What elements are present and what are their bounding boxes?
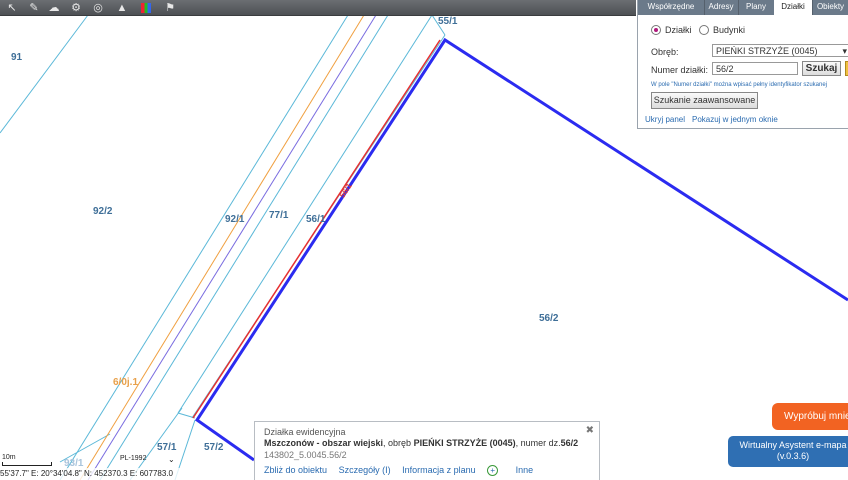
parcel-number-label: Numer działki: (651, 65, 709, 75)
close-icon[interactable]: ✖ (586, 425, 594, 436)
details-link[interactable]: Szczegóły (I) (339, 465, 391, 475)
pen-icon[interactable]: ✎ (24, 0, 44, 15)
parcel-label-57-1: 57/1 (157, 442, 177, 453)
crs-select[interactable]: PL-1992 (120, 455, 146, 462)
assistant-title: Wirtualny Asystent e-mapa (739, 440, 847, 450)
hide-panel-link[interactable]: Ukryj panel (645, 115, 685, 124)
tab-addresses[interactable]: Adresy (704, 0, 739, 15)
popup-identifier: 143802_5.0045.56/2 (264, 450, 347, 460)
parcel-label-92-2: 92/2 (93, 206, 113, 217)
road-line (192, 39, 441, 419)
cursor-coordinates: 55'37.7" E: 20°34'04.8" N: 452370.3 E: 6… (0, 468, 254, 480)
parcel-info-popup: Działka ewidencyjna ✖ Mszczonów - obszar… (254, 421, 600, 480)
popup-precinct-prefix: , obręb (383, 438, 414, 448)
radio-parcels-dot[interactable] (651, 25, 661, 35)
parcel-label-77-1: 77/1 (269, 210, 289, 221)
popup-description: Mszczonów - obszar wiejski, obręb PIEŃKI… (264, 438, 578, 448)
zoom-to-object-link[interactable]: Zbliż do obiektu (264, 465, 327, 475)
try-me-button[interactable]: Wypróbuj mnie (772, 403, 848, 430)
parcel-label-92-1: 92/1 (225, 214, 245, 225)
popup-number: 56/2 (560, 438, 579, 448)
plus-icon[interactable]: + (487, 465, 499, 477)
popup-title: Działka ewidencyjna (264, 427, 346, 437)
parcel-number-input[interactable]: 56/2 (712, 62, 798, 75)
search-button[interactable]: Szukaj (802, 61, 841, 76)
precinct-value: PIEŃKI STRZYŻE (0045) (716, 46, 818, 56)
pointer-icon[interactable]: ↖ (2, 0, 22, 15)
precinct-label: Obręb: (651, 47, 679, 57)
parcel-label-55-1: 55/1 (438, 16, 458, 27)
assistant-version: (v.0.3.6) (776, 451, 810, 461)
chevron-down-icon: ▾ (842, 46, 847, 56)
radio-buildings-dot[interactable] (699, 25, 709, 35)
parcel-label-57-2: 57/2 (204, 442, 224, 453)
radio-parcels[interactable]: Działki (651, 25, 692, 35)
parcel-label-road: 6/0j.1 (113, 377, 139, 388)
layers-icon[interactable] (136, 0, 156, 15)
scale-label: 10m (2, 454, 16, 461)
gears-icon[interactable]: ⚙ (66, 0, 86, 15)
bookmark-icon[interactable]: ⚑ (160, 0, 180, 15)
plan-info-link[interactable]: Informacja z planu (402, 465, 476, 475)
radio-parcels-label: Działki (665, 25, 692, 35)
search-hint: W pole "Numer działki" można wpisać pełn… (651, 82, 828, 88)
measure-icon[interactable]: ▲ (112, 0, 132, 15)
orange-boundary (79, 14, 365, 480)
virtual-assistant-button[interactable]: Wirtualny Asystent e-mapa (v.0.3.6) (728, 436, 848, 467)
globe-icon[interactable]: ☁ (44, 0, 64, 15)
popup-precinct: PIEŃKI STRZYŻE (0045) (413, 438, 516, 448)
popup-actions: Zbliż do obiektu Szczegóły (I) Informacj… (264, 465, 542, 477)
popup-municipality: Mszczonów - obszar wiejski (264, 438, 384, 448)
parcel-label-56-1: 56/1 (306, 214, 326, 225)
zoom-icon[interactable]: ◎ (88, 0, 108, 15)
radio-buildings-label: Budynki (713, 25, 746, 35)
tab-coordinates[interactable]: Współrzędne (638, 0, 705, 15)
tab-parcels[interactable]: Działki (774, 0, 813, 15)
purple-boundary (87, 14, 377, 480)
show-single-window-link[interactable]: Pokazuj w jednym oknie (692, 115, 778, 124)
map-toolbar: ↖ ✎ ☁ ⚙ ◎ ▲ ⚑ (0, 0, 636, 16)
popup-number-prefix: , numer dz. (515, 438, 561, 448)
tab-plans[interactable]: Plany (738, 0, 775, 15)
precinct-select[interactable]: PIEŃKI STRZYŻE (0045) ▾ (712, 44, 848, 57)
parcel-label-91: 91 (11, 52, 23, 63)
scale-bar (2, 462, 52, 466)
advanced-search-button[interactable]: Szukanie zaawansowane (651, 92, 758, 109)
search-panel: Współrzędne Adresy Plany Działki Obiekty… (637, 0, 848, 129)
chevron-down-icon[interactable]: ⌄ (168, 455, 175, 464)
radio-buildings[interactable]: Budynki (699, 25, 745, 35)
panel-tabs: Współrzędne Adresy Plany Działki Obiekty (638, 0, 848, 15)
other-link[interactable]: Inne (516, 465, 534, 475)
tab-objects[interactable]: Obiekty (812, 0, 848, 15)
parcel-label-56-2: 56/2 (539, 313, 559, 324)
